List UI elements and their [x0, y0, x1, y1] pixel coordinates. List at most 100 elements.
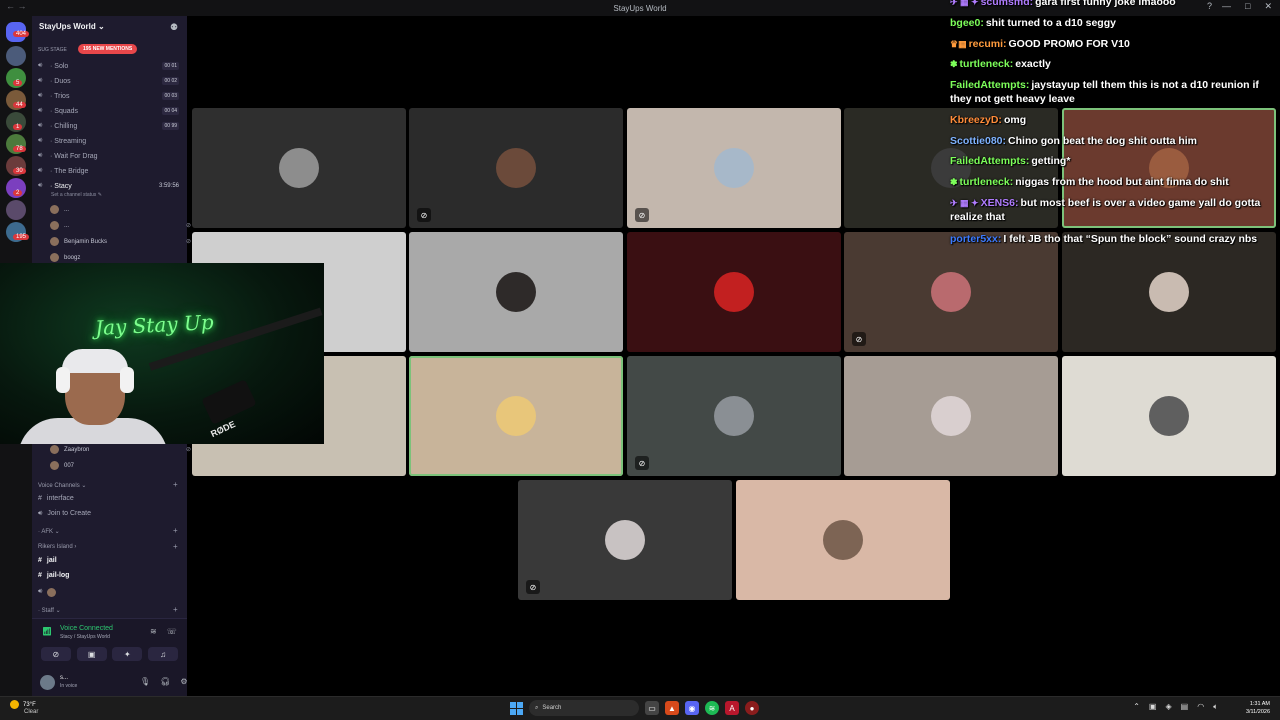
category-voice-channels[interactable]: Voice Channels ⌄: [38, 482, 86, 489]
chat-text: shit turned to a d10 seggy: [985, 17, 1116, 29]
category-staff[interactable]: · Staff ⌄: [38, 607, 61, 614]
search-icon: ⌕: [535, 704, 539, 711]
weather-condition: Clear: [24, 709, 39, 715]
add-friend-icon[interactable]: ⚉: [170, 22, 178, 33]
chat-text: niggas from the hood but aint finna do s…: [1015, 176, 1229, 188]
chevron-up-icon[interactable]: ⌃: [1133, 702, 1140, 712]
voice-member[interactable]: boogz: [50, 253, 80, 262]
member-name: boogz: [64, 254, 81, 261]
obs-icon[interactable]: ●: [745, 701, 759, 715]
avatar: [823, 520, 863, 560]
voice-member[interactable]: Benjamin Bucks ⊘: [50, 237, 191, 246]
discord-icon[interactable]: ◉: [685, 701, 699, 715]
voice-member[interactable]: ... ⊘: [50, 221, 191, 230]
chat-text: gara first funny joke lmaooo: [1035, 0, 1176, 8]
tray-app-icon[interactable]: ▣: [1149, 702, 1157, 712]
voice-channel-trios[interactable]: 🔊︎ · Trios 00 03: [38, 90, 183, 102]
category-rikers-island[interactable]: Rikers Island ›: [38, 544, 76, 550]
video-tile[interactable]: [192, 108, 406, 228]
avatar: [50, 461, 59, 470]
video-tile[interactable]: ⊘: [409, 108, 623, 228]
taskbar-search[interactable]: ⌕ Search: [529, 700, 639, 716]
category-afk[interactable]: · AFK ⌄: [38, 528, 60, 535]
voice-connected-label[interactable]: Voice Connected: [60, 625, 113, 632]
clock[interactable]: 1:31 AM 3/11/2026: [1246, 700, 1270, 716]
video-tile[interactable]: [409, 356, 623, 476]
avatar: [496, 148, 536, 188]
chat-message: FailedAttempts: jaystayup tell them this …: [950, 78, 1275, 106]
tray-app-icon[interactable]: ◈: [1165, 702, 1171, 712]
video-tile[interactable]: [1062, 356, 1276, 476]
windows-start-icon[interactable]: [510, 701, 523, 715]
chat-text: I felt JB tho that “Spun the block” soun…: [1003, 233, 1258, 245]
voice-member[interactable]: ...: [50, 205, 69, 214]
video-tile[interactable]: [844, 356, 1058, 476]
add-channel-icon[interactable]: +: [173, 526, 178, 535]
chat-username: bgee0:: [950, 17, 984, 29]
chat-username: turtleneck:: [959, 176, 1014, 188]
volume-icon[interactable]: 🔈︎: [1213, 702, 1218, 712]
activities-button[interactable]: ✦: [112, 647, 143, 661]
voice-member[interactable]: 007: [50, 461, 74, 470]
adobe-icon[interactable]: A: [725, 701, 739, 715]
voice-location[interactable]: Stacy / StayUps World: [60, 634, 110, 640]
channel-name: · The Bridge: [50, 167, 89, 175]
channel-name: jail-log: [46, 572, 70, 579]
server-icon[interactable]: [6, 46, 26, 66]
soundboard-button[interactable]: ♫: [148, 647, 179, 661]
time: 1:31 AM: [1249, 701, 1270, 707]
voice-buttons: ⊘ ▣ ✦ ♫: [32, 647, 187, 661]
text-channel-interface[interactable]: # interface: [38, 495, 74, 502]
microphone-icon[interactable]: 🎙︎: [140, 677, 150, 686]
video-tile[interactable]: ⊘: [627, 108, 841, 228]
voice-channel-stacy[interactable]: 🔊︎ · Stacy 3:59:56: [38, 180, 183, 192]
weather-widget[interactable]: 73°F Clear: [10, 700, 38, 715]
avatar[interactable]: [40, 675, 55, 690]
chat-text: getting*: [1031, 155, 1071, 167]
video-tile[interactable]: ⊘: [844, 232, 1058, 352]
server-icon[interactable]: [6, 200, 26, 220]
video-tile[interactable]: [736, 480, 950, 600]
task-view-icon[interactable]: ▭: [645, 701, 659, 715]
text-channel-jail[interactable]: # jail: [38, 557, 57, 564]
chat-badges: ✈ ▦ ✦: [950, 198, 979, 208]
voice-channel-the-bridge[interactable]: 🔊︎ · The Bridge: [38, 165, 183, 177]
voice-channel-duos[interactable]: 🔊︎ · Duos 00 02: [38, 75, 183, 87]
brave-icon[interactable]: ▲: [665, 701, 679, 715]
disconnect-icon[interactable]: ☏: [167, 627, 177, 636]
voice-channel-join-to-create[interactable]: 🔊︎ Join to Create: [38, 510, 91, 518]
avatar: [50, 205, 59, 214]
text-channel-jail-log[interactable]: # jail-log: [38, 572, 69, 579]
voice-channel-streaming[interactable]: 🔊︎ · Streaming: [38, 135, 183, 147]
signal-icon[interactable]: 📶︎: [42, 627, 52, 636]
wifi-icon[interactable]: ◠: [1197, 702, 1204, 712]
video-tile[interactable]: ⊘: [627, 356, 841, 476]
noise-suppression-icon[interactable]: ≋: [150, 627, 157, 636]
chat-badges: ♛▦: [950, 39, 967, 49]
add-channel-icon[interactable]: +: [173, 605, 178, 614]
spotify-icon[interactable]: ≋: [705, 701, 719, 715]
video-tile[interactable]: [1062, 232, 1276, 352]
voice-channel-squads[interactable]: 🔊︎ · Squads 00 04: [38, 105, 183, 117]
video-tile[interactable]: ⊘: [518, 480, 732, 600]
new-mentions-pill[interactable]: 195 NEW MENTIONS: [78, 44, 138, 54]
gear-icon[interactable]: ⚙: [180, 677, 187, 686]
screen-share-button[interactable]: ▣: [76, 647, 107, 661]
video-tile[interactable]: [627, 232, 841, 352]
add-channel-icon[interactable]: +: [173, 542, 178, 551]
headphones-icon[interactable]: 🎧︎: [160, 677, 170, 686]
channel-status-prompt[interactable]: Set a channel status ✎: [51, 192, 102, 198]
camera-off-button[interactable]: ⊘: [40, 647, 71, 661]
voice-channel-chilling[interactable]: 🔊︎ · Chilling 00 99: [38, 120, 183, 132]
add-channel-icon[interactable]: +: [173, 480, 178, 489]
voice-channel-unnamed[interactable]: 🔊︎: [38, 588, 57, 597]
video-tile[interactable]: [409, 232, 623, 352]
voice-member[interactable]: Zaaybron ⊘: [50, 445, 191, 454]
username[interactable]: s...: [60, 675, 68, 681]
chat-username: turtleneck:: [959, 58, 1014, 70]
server-name[interactable]: StayUps World ⌄: [39, 22, 105, 31]
avatar: [931, 272, 971, 312]
tray-app-icon[interactable]: ▤: [1181, 702, 1189, 712]
voice-channel-solo[interactable]: 🔊︎ · Solo 00 01: [38, 60, 183, 72]
voice-channel-wait-for-drag[interactable]: 🔊︎ · Wait For Drag: [38, 150, 183, 162]
